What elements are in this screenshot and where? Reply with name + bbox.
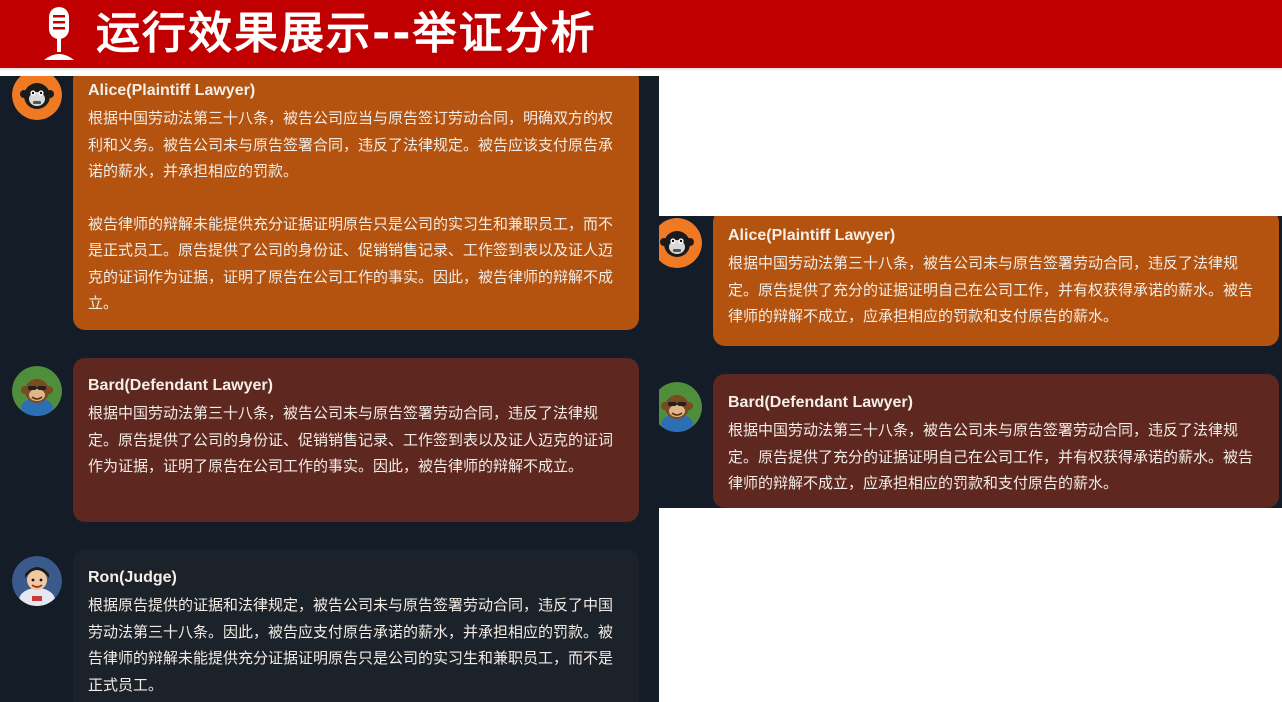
message-bubble: Bard(Defendant Lawyer) 根据中国劳动法第三十八条，被告公司… (73, 358, 639, 522)
monkey-avatar-orange-icon (659, 218, 702, 268)
message-text: 根据中国劳动法第三十八条，被告公司未与原告签署劳动合同，违反了法律规定。原告提供… (728, 421, 1254, 492)
message-bubble: Ron(Judge) 根据原告提供的证据和法律规定，被告公司未与原告签署劳动合同… (73, 549, 639, 702)
sender-name: Bard(Defendant Lawyer) (728, 394, 913, 411)
sender-name: Alice(Plaintiff Lawyer) (728, 227, 896, 244)
message-text: 被告律师的辩解未能提供充分证据证明原告只是公司的实习生和兼职员工，而不是正式员工… (88, 214, 614, 313)
message-bubble: Alice(Plaintiff Lawyer) 根据中国劳动法第三十八条，被告公… (73, 76, 639, 330)
message-text: 根据中国劳动法第三十八条，被告公司应当与原告签订劳动合同，明确双方的权利和义务。… (88, 109, 614, 180)
judge-avatar-icon (12, 556, 62, 606)
message-text: 根据中国劳动法第三十八条，被告公司未与原告签署劳动合同，违反了法律规定。原告提供… (88, 404, 614, 475)
title-bar: 运行效果展示--举证分析 (0, 0, 1282, 68)
message-bubble: Alice(Plaintiff Lawyer) 根据中国劳动法第三十八条，被告公… (713, 216, 1279, 346)
message-bubble: Bard(Defendant Lawyer) 根据中国劳动法第三十八条，被告公司… (713, 374, 1279, 508)
message-text: 根据原告提供的证据和法律规定，被告公司未与原告签署劳动合同，违反了中国劳动法第三… (88, 596, 614, 694)
monkey-avatar-green-icon (12, 366, 62, 416)
right-chat-panel: Alice(Plaintiff Lawyer) 根据中国劳动法第三十八条，被告公… (659, 216, 1282, 508)
monkey-avatar-orange-icon (12, 76, 62, 120)
monkey-avatar-green-icon (659, 382, 702, 432)
left-chat-panel: Alice(Plaintiff Lawyer) 根据中国劳动法第三十八条，被告公… (0, 76, 659, 702)
sender-name: Alice(Plaintiff Lawyer) (88, 82, 256, 99)
page-title: 运行效果展示--举证分析 (96, 8, 597, 59)
sender-name: Bard(Defendant Lawyer) (88, 377, 273, 394)
microphone-icon (44, 7, 74, 60)
message-text: 根据中国劳动法第三十八条，被告公司未与原告签署劳动合同，违反了法律规定。原告提供… (728, 254, 1254, 325)
sender-name: Ron(Judge) (88, 569, 177, 586)
